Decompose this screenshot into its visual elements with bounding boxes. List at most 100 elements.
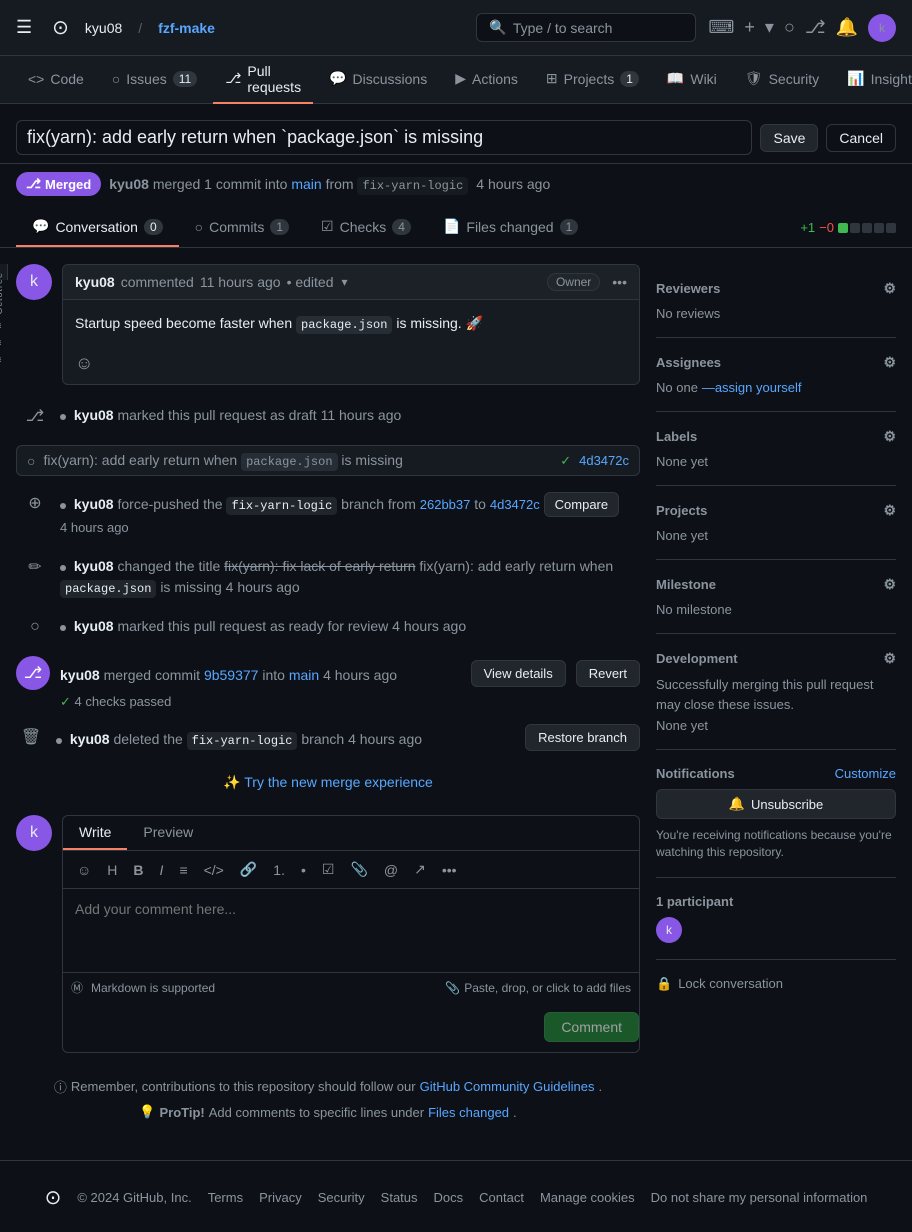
development-gear[interactable]: ⚙ — [883, 650, 896, 667]
toolbar-smiley[interactable]: ☺ — [71, 858, 97, 882]
assignees-gear[interactable]: ⚙ — [883, 354, 896, 371]
notifications-section: Notifications Customize 🔔 Unsubscribe Yo… — [656, 750, 896, 878]
unsubscribe-button[interactable]: 🔔 Unsubscribe — [656, 789, 896, 819]
header-username[interactable]: kyu08 — [85, 20, 122, 36]
timeline-edit-title: ✏ kyu08 changed the title fix(yarn): fix… — [16, 552, 640, 598]
editor-write-tab[interactable]: Write — [63, 816, 127, 850]
diff-del: −0 — [819, 220, 834, 235]
nav-pull-requests[interactable]: ⎇ Pull requests — [213, 56, 313, 104]
draft-author[interactable]: kyu08 — [74, 407, 114, 423]
footer-privacy[interactable]: Privacy — [259, 1190, 302, 1205]
new-merge-banner: ✨ Try the new merge experience — [16, 766, 640, 799]
toolbar-mention[interactable]: @ — [378, 858, 404, 882]
nav-wiki[interactable]: 📖 Wiki — [655, 56, 729, 104]
nav-discussions[interactable]: 💬 Discussions — [317, 56, 439, 104]
comment-textarea[interactable] — [63, 889, 639, 969]
comment-more-button[interactable]: ••• — [612, 274, 627, 290]
file-attach[interactable]: 📎 Paste, drop, or click to add files — [445, 981, 631, 995]
hamburger-icon[interactable]: ☰ — [16, 17, 32, 38]
nav-actions[interactable]: ▶ Actions — [443, 56, 530, 104]
tab-conversation[interactable]: 💬 Conversation 0 — [16, 208, 179, 247]
milestone-gear[interactable]: ⚙ — [883, 576, 896, 593]
customize-link[interactable]: Customize — [835, 766, 896, 781]
push-author[interactable]: kyu08 — [74, 496, 114, 512]
toolbar-attach[interactable]: 📎 — [344, 857, 373, 882]
tab-commits[interactable]: ○ Commits 1 — [179, 208, 305, 247]
footer-status[interactable]: Status — [381, 1190, 418, 1205]
comment-author[interactable]: kyu08 — [75, 274, 115, 290]
projects-gear[interactable]: ⚙ — [883, 502, 896, 519]
footer-cookies[interactable]: Manage cookies — [540, 1190, 635, 1205]
plus-icon[interactable]: + — [744, 17, 755, 38]
assign-yourself-link[interactable]: —assign yourself — [702, 380, 802, 395]
nav-issues[interactable]: ○ Issues 11 — [100, 56, 209, 104]
tab-files-changed[interactable]: 📄 Files changed 1 — [427, 208, 594, 247]
toolbar-bold[interactable]: B — [127, 858, 149, 882]
toolbar-ol[interactable]: 1. — [267, 858, 291, 882]
footer-security[interactable]: Security — [318, 1190, 365, 1205]
sparkle-icon: ✨ — [223, 774, 240, 790]
nav-insights[interactable]: 📊 Insights — [835, 56, 912, 104]
toolbar-ref[interactable]: ↗ — [408, 857, 432, 882]
labels-section: Labels ⚙ None yet — [656, 412, 896, 486]
attach-icon: 📎 — [445, 981, 460, 995]
toolbar-code[interactable]: </> — [198, 858, 230, 882]
ready-author[interactable]: kyu08 — [74, 618, 114, 634]
delete-author[interactable]: kyu08 — [70, 731, 110, 747]
compare-button[interactable]: Compare — [544, 492, 619, 517]
search-box[interactable]: 🔍 Type / to search — [476, 13, 696, 42]
from-hash[interactable]: 262bb37 — [420, 497, 471, 512]
chevron-down-icon[interactable]: ▾ — [765, 17, 774, 38]
cancel-button[interactable]: Cancel — [826, 124, 896, 152]
new-merge-link[interactable]: Try the new merge experience — [244, 774, 433, 790]
delete-icon: 🗑 — [16, 722, 46, 752]
edited-dropdown-icon[interactable]: ▾ — [342, 275, 348, 289]
lock-conversation-button[interactable]: 🔒 Lock conversation — [656, 976, 896, 992]
user-avatar[interactable]: k — [868, 14, 896, 42]
nav-security[interactable]: 🛡 Security — [733, 56, 831, 104]
diff-sq-neu-4 — [886, 223, 896, 233]
terminal-icon[interactable]: ⌨ — [708, 17, 734, 38]
comment-submit-button[interactable]: Comment — [544, 1012, 639, 1042]
reviewers-section: Reviewers ⚙ No reviews — [656, 264, 896, 338]
header-repo[interactable]: fzf-make — [158, 20, 215, 36]
editor-preview-tab[interactable]: Preview — [127, 816, 209, 850]
toolbar-heading[interactable]: H — [101, 858, 123, 882]
toolbar-link[interactable]: 🔗 — [234, 857, 263, 882]
save-button[interactable]: Save — [760, 124, 818, 152]
community-guidelines-link[interactable]: GitHub Community Guidelines — [420, 1079, 595, 1094]
footer-contact[interactable]: Contact — [479, 1190, 524, 1205]
tab-checks[interactable]: ☑ Checks 4 — [305, 208, 427, 247]
labels-gear[interactable]: ⚙ — [883, 428, 896, 445]
restore-branch-button[interactable]: Restore branch — [525, 724, 640, 751]
emoji-button[interactable]: ☺ — [75, 353, 93, 373]
footer-terms[interactable]: Terms — [208, 1190, 243, 1205]
toolbar-italic[interactable]: I — [154, 858, 170, 882]
nav-projects[interactable]: ⊞ Projects 1 — [534, 56, 651, 104]
merge-branch[interactable]: main — [289, 667, 319, 683]
target-branch-link[interactable]: main — [291, 176, 321, 192]
edit-author[interactable]: kyu08 — [74, 558, 114, 574]
footer-do-not-share[interactable]: Do not share my personal information — [651, 1190, 868, 1205]
commit-hash-link[interactable]: 4d3472c — [579, 453, 629, 468]
merge-author[interactable]: kyu08 — [60, 667, 100, 683]
pr-title-input[interactable] — [16, 120, 752, 155]
issue-icon[interactable]: ○ — [784, 17, 795, 38]
markdown-link[interactable]: Markdown is supported — [91, 981, 215, 995]
merge-commit-hash[interactable]: 9b59377 — [204, 667, 259, 683]
reviewers-gear[interactable]: ⚙ — [883, 280, 896, 297]
github-logo[interactable]: ⊙ — [52, 15, 69, 40]
bell-icon[interactable]: 🔔 — [836, 17, 858, 38]
toolbar-more-formatting[interactable]: ••• — [436, 858, 463, 882]
view-details-button[interactable]: View details — [471, 660, 566, 687]
revert-button[interactable]: Revert — [576, 660, 640, 687]
to-hash[interactable]: 4d3472c — [490, 497, 540, 512]
footer-docs[interactable]: Docs — [434, 1190, 464, 1205]
files-changed-link[interactable]: Files changed — [428, 1105, 509, 1120]
nav-code[interactable]: <> Code — [16, 56, 96, 104]
toolbar-task[interactable]: ☑ — [316, 857, 341, 882]
pr-icon[interactable]: ⎇ — [805, 17, 826, 38]
toolbar-ul[interactable]: • — [295, 858, 312, 882]
octobot-icon-1: ≡ — [0, 321, 1, 332]
toolbar-quote[interactable]: ≡ — [173, 858, 193, 882]
